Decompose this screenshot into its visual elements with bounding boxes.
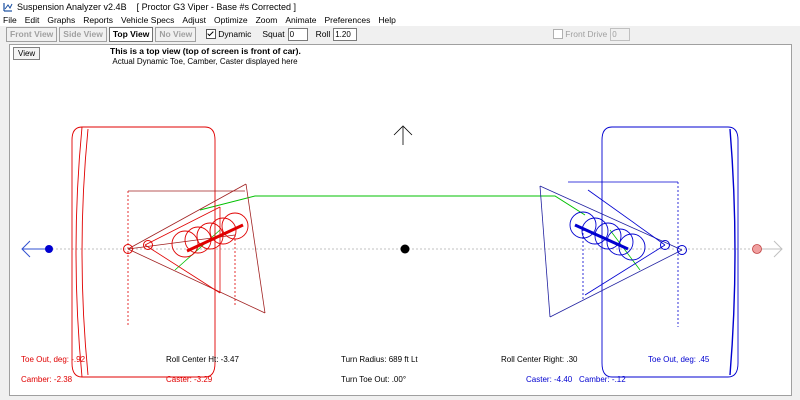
front-drive-checkbox[interactable] (553, 29, 564, 39)
roll-center-right: Roll Center Right: .30 (501, 355, 578, 364)
camber-left: Camber: -2.38 (21, 375, 73, 384)
menu-vehicle-specs[interactable]: Vehicle Specs (117, 15, 178, 25)
top-view-canvas: View This is a top view (top of screen i… (9, 44, 792, 396)
suspension-drawing (21, 125, 783, 378)
caster-right: Caster: -4.40 (526, 375, 573, 384)
dynamic-label: Dynamic (218, 29, 252, 39)
squat-input[interactable] (287, 27, 308, 41)
center-of-gravity-dot (400, 244, 410, 254)
right-suspension-arms (539, 181, 687, 327)
menu-zoom[interactable]: Zoom (252, 15, 282, 25)
left-suspension-arms (123, 183, 266, 327)
menu-help[interactable]: Help (374, 15, 399, 25)
turn-radius: Turn Radius: 689 ft Lt (341, 355, 418, 364)
view-button[interactable]: View (13, 47, 41, 60)
toe-out-right: Toe Out, deg: .45 (648, 355, 710, 364)
roll-input[interactable] (333, 27, 358, 41)
menu-animate[interactable]: Animate (281, 15, 320, 25)
menu-bar: File Edit Graphs Reports Vehicle Specs A… (0, 13, 800, 26)
roll-center-height: Roll Center Ht: -3.47 (166, 355, 239, 364)
tab-side-view[interactable]: Side View (59, 26, 107, 42)
right-wheel (601, 126, 739, 378)
menu-optimize[interactable]: Optimize (210, 15, 252, 25)
caster-left: Caster: -3.29 (166, 375, 213, 384)
window-title: Suspension Analyzer v2.4B [ Proctor G3 V… (17, 1, 296, 12)
squat-label: Squat (262, 29, 285, 39)
tab-top-view[interactable]: Top View (108, 26, 154, 42)
toe-out-left: Toe Out, deg: -.92 (21, 355, 86, 364)
menu-reports[interactable]: Reports (79, 15, 117, 25)
front-direction-arrow (393, 125, 413, 145)
title-bar: Suspension Analyzer v2.4B [ Proctor G3 V… (0, 0, 800, 13)
tie-rod-line (199, 195, 586, 216)
front-drive-input[interactable] (610, 27, 631, 41)
tab-no-view[interactable]: No View (155, 26, 197, 42)
menu-edit[interactable]: Edit (21, 15, 44, 25)
camber-right: Camber: -.12 (579, 375, 626, 384)
right-marker-dot (752, 244, 762, 254)
turn-toe-out: Turn Toe Out: .00° (341, 375, 407, 384)
canvas-header: This is a top view (top of screen is fro… (110, 46, 301, 56)
canvas-subheader: Actual Dynamic Toe, Camber, Caster displ… (112, 57, 298, 66)
roll-label: Roll (315, 29, 331, 39)
front-drive-label: Front Drive (565, 29, 608, 39)
tab-front-view[interactable]: Front View (6, 26, 58, 42)
menu-file[interactable]: File (0, 15, 21, 25)
toolbar: Front View Side View Top View No View Dy… (0, 26, 800, 42)
menu-preferences[interactable]: Preferences (321, 15, 375, 25)
dynamic-checkbox[interactable] (206, 29, 217, 39)
menu-graphs[interactable]: Graphs (43, 15, 79, 25)
app-icon (3, 2, 13, 12)
left-marker-dot (45, 245, 53, 253)
menu-adjust[interactable]: Adjust (178, 15, 210, 25)
